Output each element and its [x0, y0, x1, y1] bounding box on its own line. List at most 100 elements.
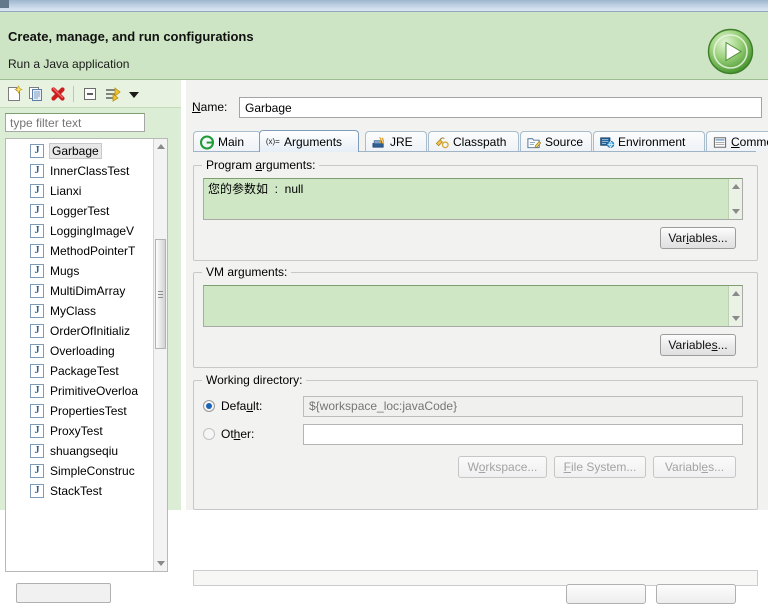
new-document-icon: [8, 85, 23, 101]
tab-common[interactable]: Common: [706, 131, 768, 152]
tree-item-label: Lianxi: [50, 184, 82, 198]
configuration-editor-panel: Name: Main (x)= Arguments: [186, 80, 768, 604]
tree-item-lianxi[interactable]: Lianxi: [6, 181, 154, 201]
name-row: Name:: [192, 97, 762, 118]
tree-item-methodpointert[interactable]: MethodPointerT: [6, 241, 154, 261]
java-class-icon: [30, 384, 44, 398]
other-radio[interactable]: [203, 428, 215, 440]
vm-arguments-scrollbar[interactable]: [728, 286, 742, 326]
revert-button-partial[interactable]: [656, 584, 736, 604]
variables-button[interactable]: Variables...: [653, 456, 736, 478]
tab-label: Arguments: [284, 135, 343, 149]
delete-red-x-icon: [51, 87, 65, 101]
configuration-tabs: Main (x)= Arguments JRE Classpath Source…: [193, 130, 768, 152]
tree-item-garbage[interactable]: Garbage: [6, 141, 154, 161]
button-label: Variables...: [664, 460, 725, 474]
program-arguments-value: 您的参数如 : null: [208, 182, 304, 196]
filter-text-field[interactable]: [5, 113, 145, 132]
scroll-down-arrow[interactable]: [154, 556, 167, 571]
tree-item-list: Garbage InnerClassTest Lianxi LoggerTest Log…: [6, 139, 154, 501]
search-input[interactable]: [6, 114, 144, 131]
vm-arguments-variables-button[interactable]: Variables...: [660, 334, 736, 356]
tree-item-simpleconstruc[interactable]: SimpleConstruc: [6, 461, 154, 481]
tree-item-mugs[interactable]: Mugs: [6, 261, 154, 281]
java-class-icon: [30, 324, 44, 338]
duplicate-launch-configuration-button[interactable]: [26, 84, 46, 104]
program-arguments-group: Program arguments: 您的参数如 : null Variable…: [193, 158, 758, 261]
window-icon-stub: [0, 0, 9, 8]
workspace-button[interactable]: Workspace...: [458, 456, 547, 478]
other-directory-field[interactable]: [303, 424, 743, 445]
tree-item-propertiestest[interactable]: PropertiesTest: [6, 401, 154, 421]
tree-item-label: StackTest: [50, 484, 103, 498]
scrollbar-thumb[interactable]: [155, 239, 166, 349]
tree-item-label: InnerClassTest: [50, 164, 130, 178]
view-menu-button[interactable]: [124, 84, 144, 104]
jre-icon: [372, 136, 385, 148]
source-folder-pencil-icon: [527, 138, 542, 149]
name-field-wrapper[interactable]: [239, 97, 762, 118]
tree-item-loggertest[interactable]: LoggerTest: [6, 201, 154, 221]
default-directory-value: ${workspace_loc:javaCode}: [309, 399, 458, 413]
tree-item-label: Mugs: [50, 264, 80, 278]
tree-item-myclass[interactable]: MyClass: [6, 301, 154, 321]
page-subtitle: Run a Java application: [8, 57, 130, 71]
launch-config-toolbar: [0, 80, 181, 108]
tree-item-label: MyClass: [50, 304, 97, 318]
program-arguments-textarea[interactable]: 您的参数如 : null: [203, 178, 743, 220]
default-radio[interactable]: [203, 400, 215, 412]
new-launch-configuration-button[interactable]: [4, 84, 24, 104]
scroll-up-arrow[interactable]: [154, 139, 167, 154]
tree-item-packagetest[interactable]: PackageTest: [6, 361, 154, 381]
tab-source[interactable]: Source: [520, 131, 592, 152]
tree-item-overloading[interactable]: Overloading: [6, 341, 154, 361]
tab-label: Classpath: [453, 135, 507, 149]
vm-arguments-textarea[interactable]: [203, 285, 743, 327]
button-label: Variables...: [668, 338, 728, 352]
button-label: Workspace...: [467, 460, 538, 474]
tab-classpath[interactable]: Classpath: [428, 131, 519, 152]
tab-label: Environment: [618, 135, 686, 149]
name-label: Name:: [192, 100, 228, 114]
tree-vertical-scrollbar[interactable]: [153, 139, 167, 571]
toolbar-separator: [73, 86, 74, 102]
tab-main[interactable]: Main: [193, 131, 261, 152]
other-radio-label: Other:: [221, 427, 255, 441]
filter-configurations-button-partial[interactable]: [16, 583, 111, 603]
tree-item-orderofinitializ[interactable]: OrderOfInitializ: [6, 321, 154, 341]
window-title-bar-sliver: [0, 0, 768, 12]
tree-item-label: Overloading: [50, 344, 115, 358]
tree-item-proxytest[interactable]: ProxyTest: [6, 421, 154, 441]
run-play-icon: [707, 28, 754, 75]
filter-icon: [106, 87, 121, 102]
java-class-icon: [30, 344, 44, 358]
tab-arguments[interactable]: (x)= Arguments: [259, 130, 359, 152]
arguments-xequals-icon: (x)=: [266, 137, 280, 146]
tab-label: Source: [545, 135, 584, 149]
button-label: File System...: [563, 460, 637, 474]
tree-item-stacktest[interactable]: StackTest: [6, 481, 154, 501]
collapse-all-button[interactable]: [80, 84, 100, 104]
tree-item-multidimarray[interactable]: MultiDimArray: [6, 281, 154, 301]
tree-item-loggingimagev[interactable]: LoggingImageV: [6, 221, 154, 241]
name-input[interactable]: [240, 98, 761, 117]
apply-button-partial[interactable]: [566, 584, 646, 604]
tab-environment[interactable]: Environment: [593, 131, 705, 152]
tab-jre[interactable]: JRE: [365, 131, 427, 152]
main-green-g-icon: [199, 135, 215, 150]
java-class-icon: [30, 364, 44, 378]
program-arguments-scrollbar[interactable]: [728, 179, 742, 219]
java-class-icon: [30, 224, 44, 238]
tree-item-innerclasstest[interactable]: InnerClassTest: [6, 161, 154, 181]
tree-item-primitiveoverloa[interactable]: PrimitiveOverloa: [6, 381, 154, 401]
tree-item-label: ProxyTest: [50, 424, 103, 438]
filter-launch-configurations-button[interactable]: [102, 84, 122, 104]
delete-launch-configuration-button[interactable]: [48, 84, 68, 104]
button-label: Variables...: [668, 231, 728, 245]
tree-item-shuangseqiu[interactable]: shuangseqiu: [6, 441, 154, 461]
file-system-button[interactable]: File System...: [554, 456, 646, 478]
program-arguments-variables-button[interactable]: Variables...: [660, 227, 736, 249]
launch-configurations-tree[interactable]: Garbage InnerClassTest Lianxi LoggerTest Log…: [5, 138, 168, 572]
collapse-all-icon: [84, 88, 96, 100]
java-class-icon: [30, 484, 44, 498]
